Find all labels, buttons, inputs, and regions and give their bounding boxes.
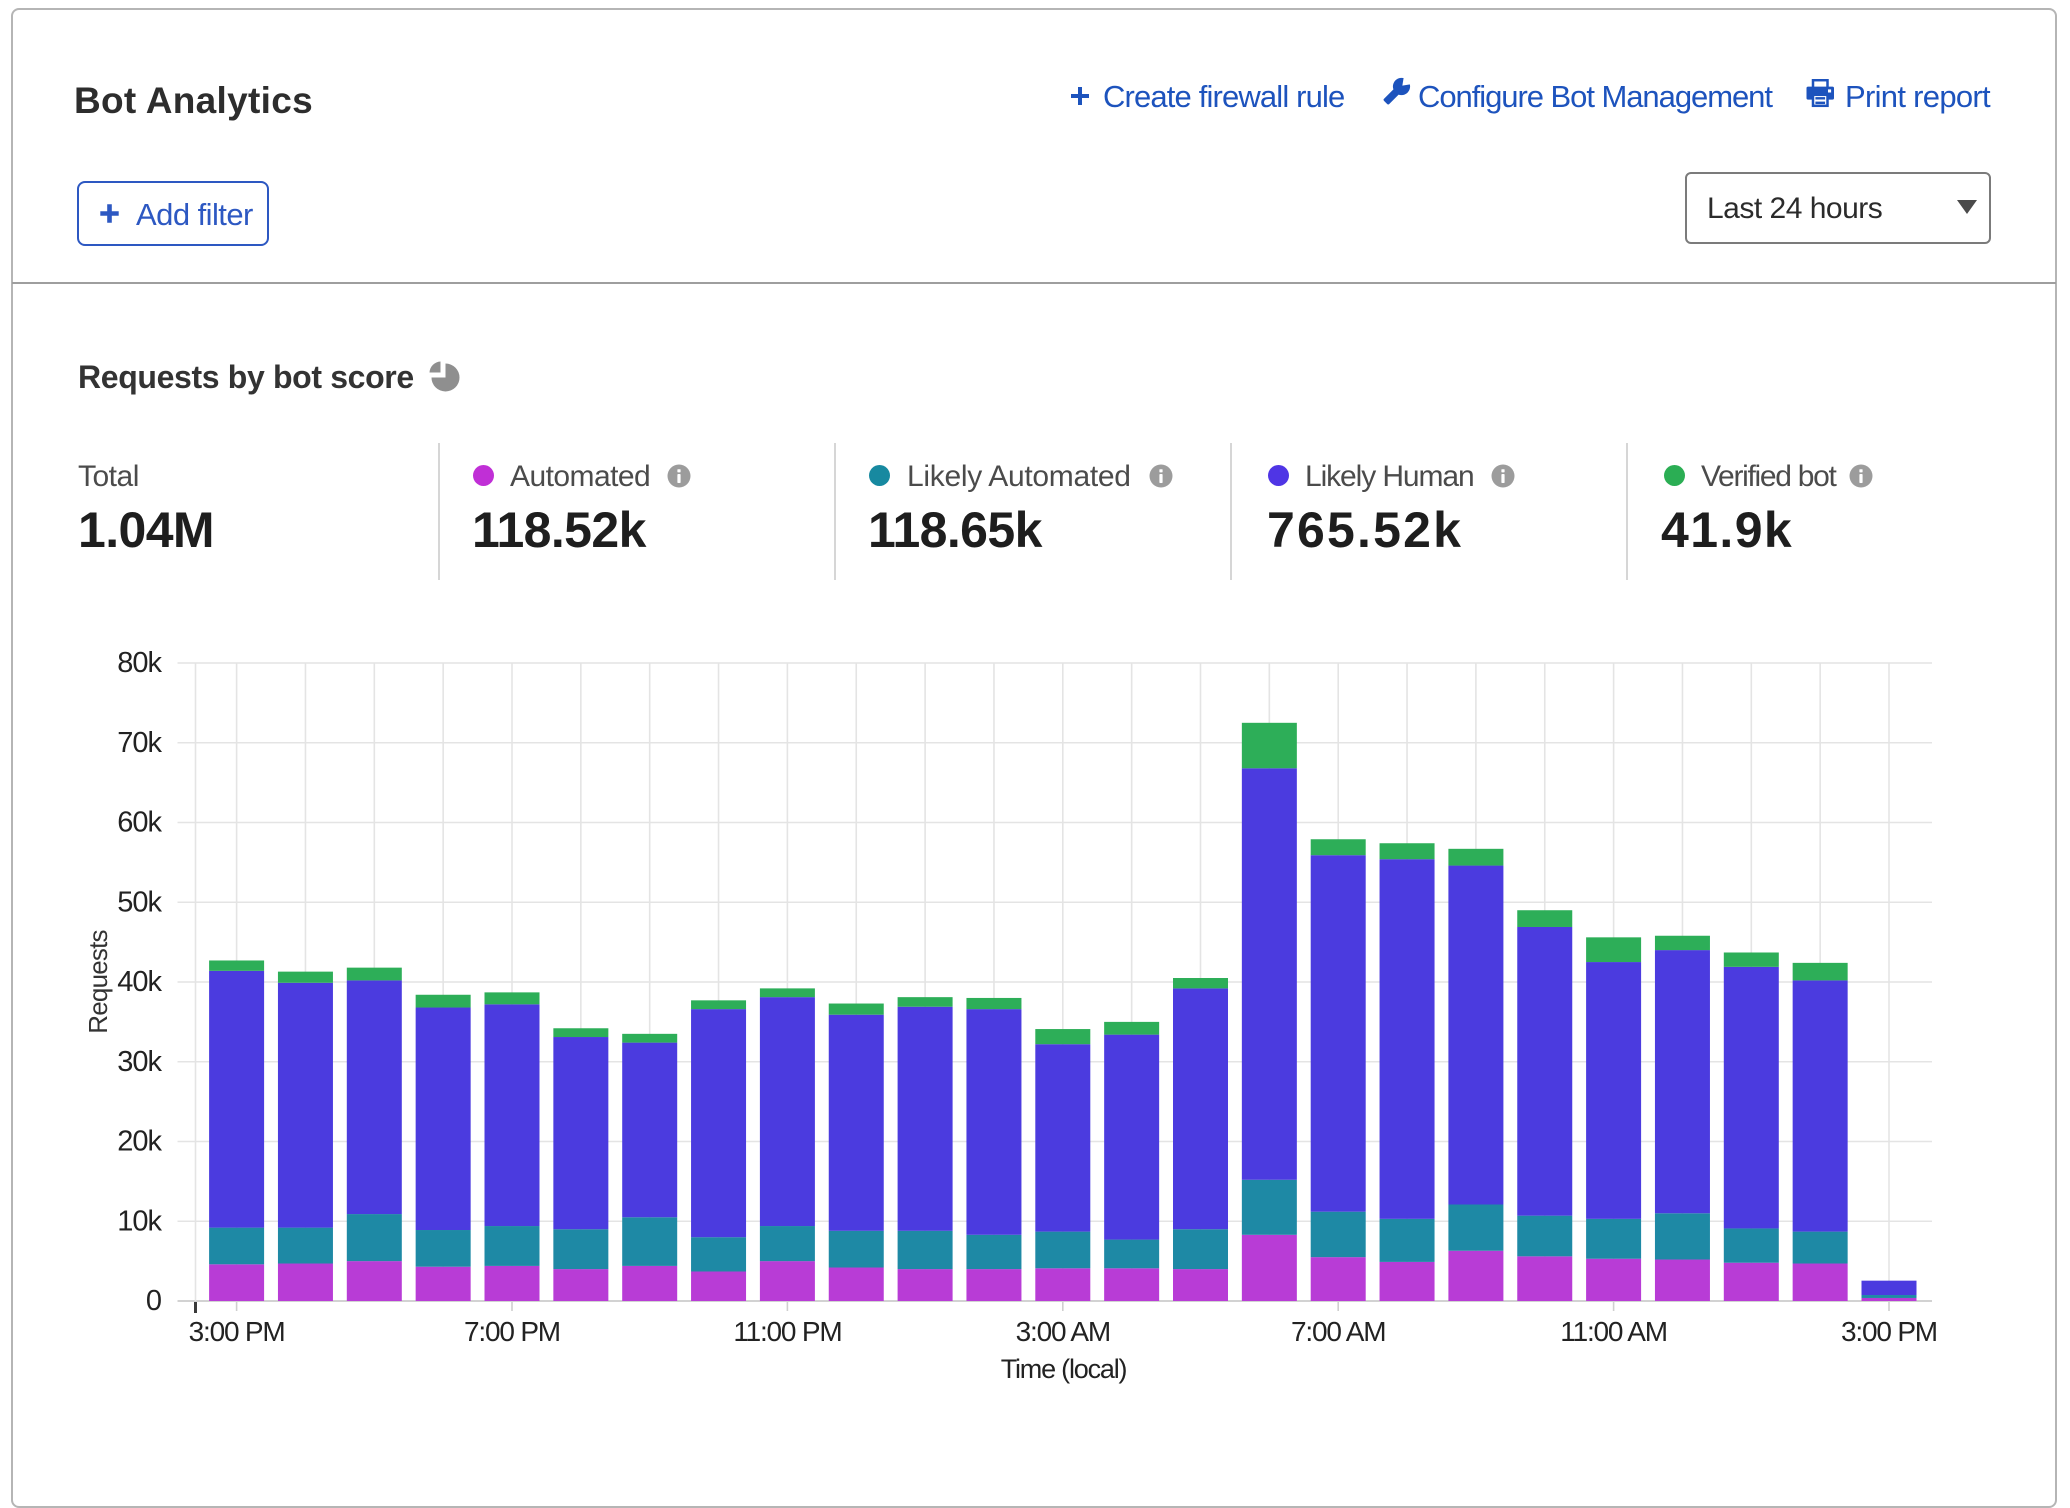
svg-text:3:00 PM: 3:00 PM: [189, 1316, 285, 1347]
svg-text:11:00 PM: 11:00 PM: [733, 1316, 841, 1347]
svg-text:10k: 10k: [117, 1205, 162, 1237]
svg-text:60k: 60k: [117, 807, 162, 839]
svg-text:30k: 30k: [117, 1046, 162, 1078]
svg-text:0: 0: [146, 1285, 161, 1317]
svg-text:70k: 70k: [117, 727, 162, 759]
svg-text:11:00 AM: 11:00 AM: [1560, 1316, 1667, 1347]
svg-text:Time (local): Time (local): [1001, 1354, 1127, 1384]
svg-text:3:00 PM: 3:00 PM: [1841, 1316, 1937, 1347]
svg-text:80k: 80k: [117, 647, 162, 679]
svg-text:Requests: Requests: [83, 929, 113, 1033]
svg-text:50k: 50k: [117, 886, 162, 918]
svg-text:40k: 40k: [117, 966, 162, 998]
svg-text:7:00 AM: 7:00 AM: [1291, 1316, 1385, 1347]
svg-text:3:00 AM: 3:00 AM: [1016, 1316, 1110, 1347]
svg-text:7:00 PM: 7:00 PM: [464, 1316, 560, 1347]
svg-text:20k: 20k: [117, 1126, 162, 1158]
